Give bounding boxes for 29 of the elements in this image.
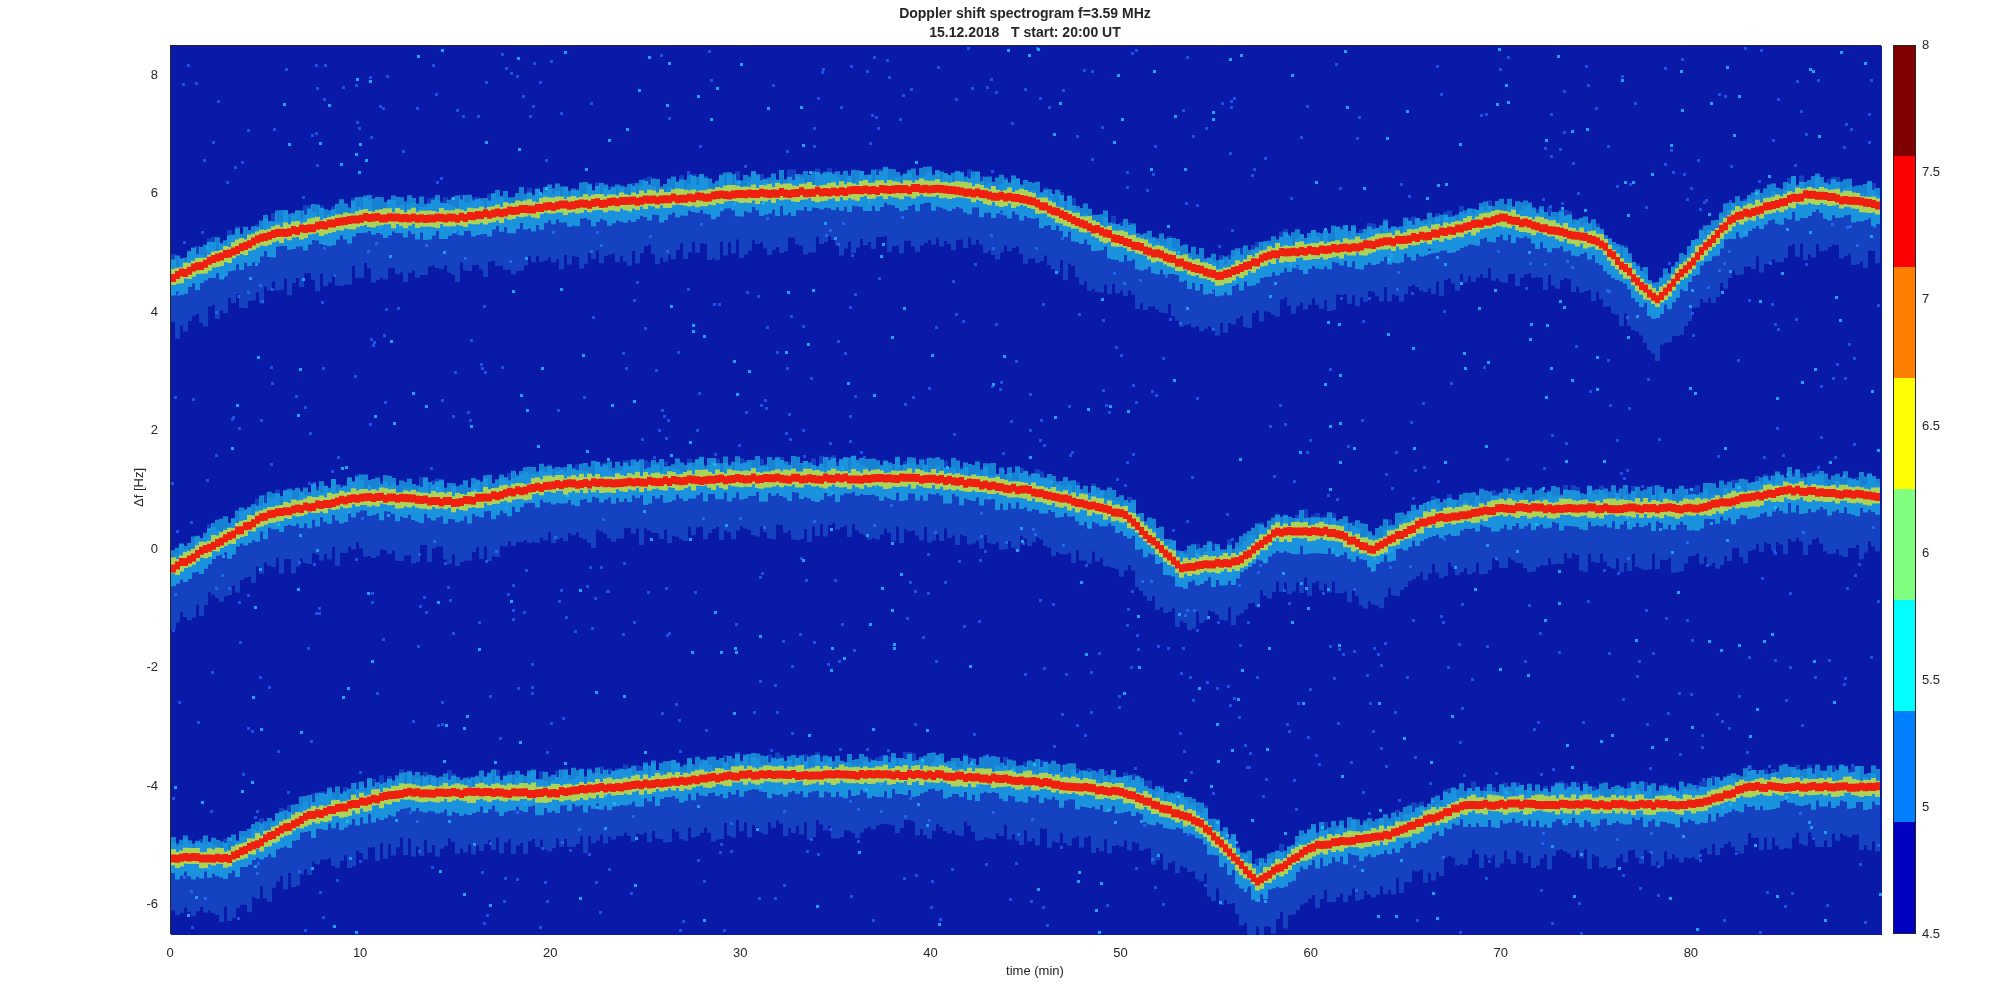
colorbar-tick-label: 6	[1922, 545, 1930, 560]
y-tick-label: 4	[149, 303, 158, 319]
x-tick-label: 70	[1492, 945, 1509, 960]
y-tick-label: 2	[149, 422, 158, 438]
x-tick-label: 40	[922, 945, 939, 960]
y-axis-label: Δf [Hz]	[130, 467, 146, 509]
y-tick-label: 6	[149, 185, 158, 201]
colorbar-tick-label: 5	[1922, 799, 1930, 814]
x-tick-label: 30	[732, 945, 749, 960]
y-tick-label: -4	[145, 777, 158, 793]
x-axis-label: time (min)	[1005, 963, 1065, 978]
colorbar-tick-label: 5.5	[1922, 672, 1941, 687]
y-tick-label: -6	[145, 896, 158, 912]
colorbar-tick-label: 7	[1922, 291, 1930, 306]
x-tick-label: 10	[351, 945, 369, 960]
y-tick-label: -2	[145, 659, 158, 675]
y-tick-label: 0	[149, 540, 158, 556]
colorbar-tick-label: 8	[1922, 37, 1930, 52]
plot-title: 15.12.2018 T start: 20:00 UT	[929, 23, 1121, 42]
plot-title: Doppler shift spectrogram f=3.59 MHz	[899, 4, 1151, 23]
colorbar-tick-label: 6.5	[1922, 418, 1941, 433]
colorbar-tick-label: 7.5	[1922, 164, 1941, 179]
y-tick-label: 8	[149, 66, 158, 82]
x-tick-label: 60	[1302, 945, 1319, 960]
x-tick-label: 20	[542, 945, 559, 960]
x-tick-label: 50	[1112, 945, 1129, 960]
colorbar-tick-label: 4.5	[1922, 926, 1941, 941]
x-tick-label: 0	[165, 945, 175, 960]
x-tick-label: 80	[1682, 945, 1700, 960]
